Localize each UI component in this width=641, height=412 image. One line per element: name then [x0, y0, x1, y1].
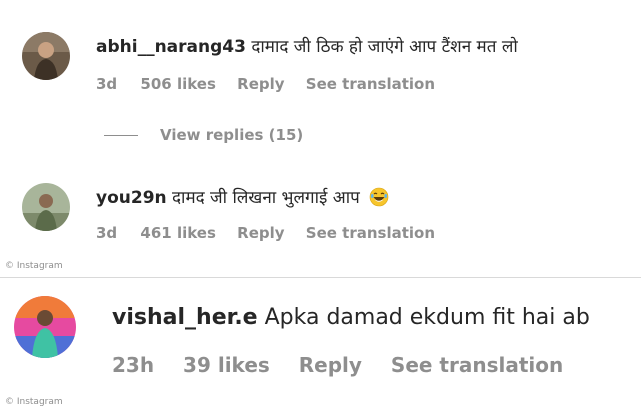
replies-dash	[104, 134, 138, 136]
avatar[interactable]	[22, 183, 70, 231]
avatar-image	[14, 296, 76, 358]
comment-username[interactable]: abhi__narang43	[96, 37, 246, 57]
comment-username[interactable]: you29n	[96, 188, 167, 208]
comment-text: दामाद जी ठिक हो जाएंगे आप टैंशन मत लो	[251, 37, 518, 57]
comment-meta: 23h 39 likes Reply See translation	[112, 353, 563, 377]
comment-line: vishal_her.e Apka damad ekdum fit hai ab	[112, 305, 590, 330]
view-replies-button[interactable]: View replies (15)	[104, 126, 303, 144]
instagram-watermark: © Instagram	[5, 397, 63, 407]
divider	[0, 277, 641, 278]
avatar-image	[22, 32, 70, 80]
comment-likes[interactable]: 39 likes	[183, 353, 270, 377]
avatar[interactable]	[14, 296, 76, 358]
reply-button[interactable]: Reply	[299, 353, 362, 377]
reply-button[interactable]: Reply	[237, 75, 284, 93]
avatar-image	[22, 183, 70, 231]
see-translation-button[interactable]: See translation	[391, 353, 563, 377]
comment-username[interactable]: vishal_her.e	[112, 305, 258, 330]
instagram-watermark: © Instagram	[5, 261, 63, 271]
avatar[interactable]	[22, 32, 70, 80]
comment-meta: 3d 461 likes Reply See translation	[96, 224, 435, 242]
see-translation-button[interactable]: See translation	[306, 224, 435, 242]
comment-time: 3d	[96, 75, 118, 93]
comment-line: abhi__narang43 दामाद जी ठिक हो जाएंगे आप…	[96, 34, 518, 57]
comment-line: you29n दामद जी लिखना भुलगाई आप	[96, 185, 389, 208]
see-translation-button[interactable]: See translation	[306, 75, 435, 93]
comment-time: 3d	[96, 224, 118, 242]
comment-time: 23h	[112, 353, 155, 377]
reply-button[interactable]: Reply	[237, 224, 284, 242]
view-replies-label: View replies (15)	[160, 126, 304, 144]
comment-likes[interactable]: 506 likes	[140, 75, 216, 93]
comment-text: दामद जी लिखना भुलगाई आप	[172, 188, 360, 208]
laughing-tears-emoji-icon	[369, 187, 389, 207]
comment-meta: 3d 506 likes Reply See translation	[96, 75, 435, 93]
comment-likes[interactable]: 461 likes	[140, 224, 216, 242]
comment-text: Apka damad ekdum fit hai ab	[264, 305, 590, 330]
